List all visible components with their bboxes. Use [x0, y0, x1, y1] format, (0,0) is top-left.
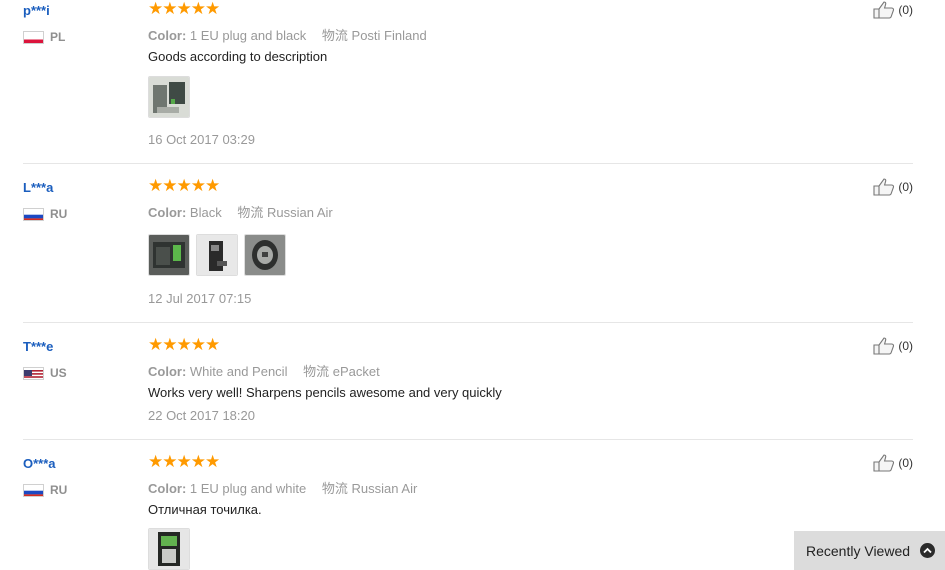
review-photos — [148, 528, 196, 570]
review-photo-thumbnail[interactable] — [148, 76, 190, 118]
star-icon: ★ — [176, 176, 192, 195]
star-icon: ★ — [176, 0, 192, 18]
helpful-button[interactable]: (0) — [873, 178, 913, 196]
star-icon: ★ — [205, 0, 220, 18]
review-photos — [148, 234, 292, 276]
helpful-count: (0) — [898, 3, 913, 17]
star-icon: ★ — [176, 452, 192, 471]
country-code: PL — [50, 30, 66, 44]
logistics-value: ePacket — [332, 364, 380, 379]
star-icon: ★ — [190, 452, 206, 471]
thumbs-up-icon — [873, 178, 895, 196]
logistics-label: 物流 — [321, 481, 348, 496]
star-icon: ★ — [205, 176, 220, 195]
color-label: Color: — [148, 28, 187, 43]
review-country: PL — [23, 30, 65, 44]
star-rating: ★ ★ ★ ★ ★ — [148, 452, 220, 471]
star-icon: ★ — [190, 0, 206, 18]
divider — [23, 163, 913, 164]
star-icon: ★ — [205, 335, 220, 354]
color-value: 1 EU plug and black — [189, 28, 307, 43]
star-icon: ★ — [190, 176, 206, 195]
review-country: RU — [23, 207, 67, 221]
helpful-button[interactable]: (0) — [873, 1, 913, 19]
chevron-up-circle-icon — [920, 543, 936, 558]
recently-viewed-tab[interactable]: Recently Viewed — [794, 531, 945, 570]
country-code: RU — [50, 207, 68, 221]
star-icon: ★ — [148, 335, 163, 354]
star-icon: ★ — [162, 176, 177, 195]
logistics-label: 物流 — [303, 364, 330, 379]
review-username[interactable]: O***a — [23, 456, 56, 471]
helpful-button[interactable]: (0) — [873, 337, 913, 355]
review-item: L***a RU ★ ★ ★ ★ ★ Color: Black 物流 Russian A… — [23, 176, 913, 310]
review-meta: Color: 1 EU plug and black 物流 Posti Finl… — [148, 25, 427, 44]
review-meta: Color: White and Pencil 物流 ePacket — [148, 361, 380, 380]
color-value: White and Pencil — [189, 364, 288, 379]
helpful-count: (0) — [898, 180, 913, 194]
logistics-value: Russian Air — [351, 481, 418, 496]
review-photo-thumbnail[interactable] — [148, 234, 190, 276]
flag-us-icon — [23, 366, 44, 380]
star-icon: ★ — [162, 0, 177, 18]
color-label: Color: — [148, 481, 187, 496]
logistics-value: Posti Finland — [351, 28, 427, 43]
star-icon: ★ — [176, 335, 192, 354]
review-meta: Color: 1 EU plug and white 物流 Russian Ai… — [148, 478, 417, 497]
review-date: 22 Oct 2017 18:20 — [148, 408, 255, 423]
star-rating: ★ ★ ★ ★ ★ — [148, 335, 220, 354]
star-icon: ★ — [162, 452, 177, 471]
review-username[interactable]: L***a — [23, 180, 53, 195]
country-code: US — [50, 366, 67, 380]
logistics-value: Russian Air — [266, 205, 333, 220]
color-label: Color: — [148, 364, 187, 379]
logistics-label: 物流 — [237, 205, 264, 220]
review-meta: Color: Black 物流 Russian Air — [148, 202, 333, 221]
review-date: 12 Jul 2017 07:15 — [148, 291, 252, 306]
color-value: Black — [189, 205, 222, 220]
country-code: RU — [50, 483, 68, 497]
star-rating: ★ ★ ★ ★ ★ — [148, 0, 220, 18]
review-photo-thumbnail[interactable] — [148, 528, 190, 570]
star-rating: ★ ★ ★ ★ ★ — [148, 176, 220, 195]
review-photo-thumbnail[interactable] — [244, 234, 286, 276]
star-icon: ★ — [162, 335, 177, 354]
review-item: p***i PL ★ ★ ★ ★ ★ Color: 1 EU plug and blac… — [23, 0, 913, 153]
recently-viewed-label: Recently Viewed — [806, 542, 911, 559]
color-label: Color: — [148, 205, 187, 220]
logistics-label: 物流 — [321, 28, 348, 43]
review-photo-thumbnail[interactable] — [196, 234, 238, 276]
divider — [23, 439, 913, 440]
review-item: T***e US ★ ★ ★ ★ ★ Color: White and Pencil 物… — [23, 335, 913, 429]
star-icon: ★ — [205, 452, 220, 471]
review-text: Goods according to description — [148, 49, 328, 64]
star-icon: ★ — [148, 0, 163, 18]
thumbs-up-icon — [873, 1, 895, 19]
review-country: US — [23, 366, 67, 380]
star-icon: ★ — [190, 335, 206, 354]
flag-ru-icon — [23, 207, 44, 221]
review-country: RU — [23, 483, 67, 497]
review-date: 16 Oct 2017 03:29 — [148, 132, 255, 147]
review-username[interactable]: T***e — [23, 339, 53, 354]
review-text: Works very well! Sharpens pencils awesom… — [148, 385, 502, 400]
thumbs-up-icon — [873, 337, 895, 355]
helpful-button[interactable]: (0) — [873, 454, 913, 472]
helpful-count: (0) — [898, 456, 913, 470]
star-icon: ★ — [148, 452, 163, 471]
flag-ru-icon — [23, 483, 44, 497]
review-username[interactable]: p***i — [23, 3, 50, 18]
helpful-count: (0) — [898, 339, 913, 353]
review-item: O***a RU ★ ★ ★ ★ ★ Color: 1 EU plug and whit… — [23, 452, 913, 570]
star-icon: ★ — [148, 176, 163, 195]
flag-pl-icon — [23, 30, 44, 44]
review-photos — [148, 76, 196, 118]
review-text: Отличная точилка. — [148, 502, 262, 517]
thumbs-up-icon — [873, 454, 895, 472]
color-value: 1 EU plug and white — [189, 481, 307, 496]
divider — [23, 322, 913, 323]
